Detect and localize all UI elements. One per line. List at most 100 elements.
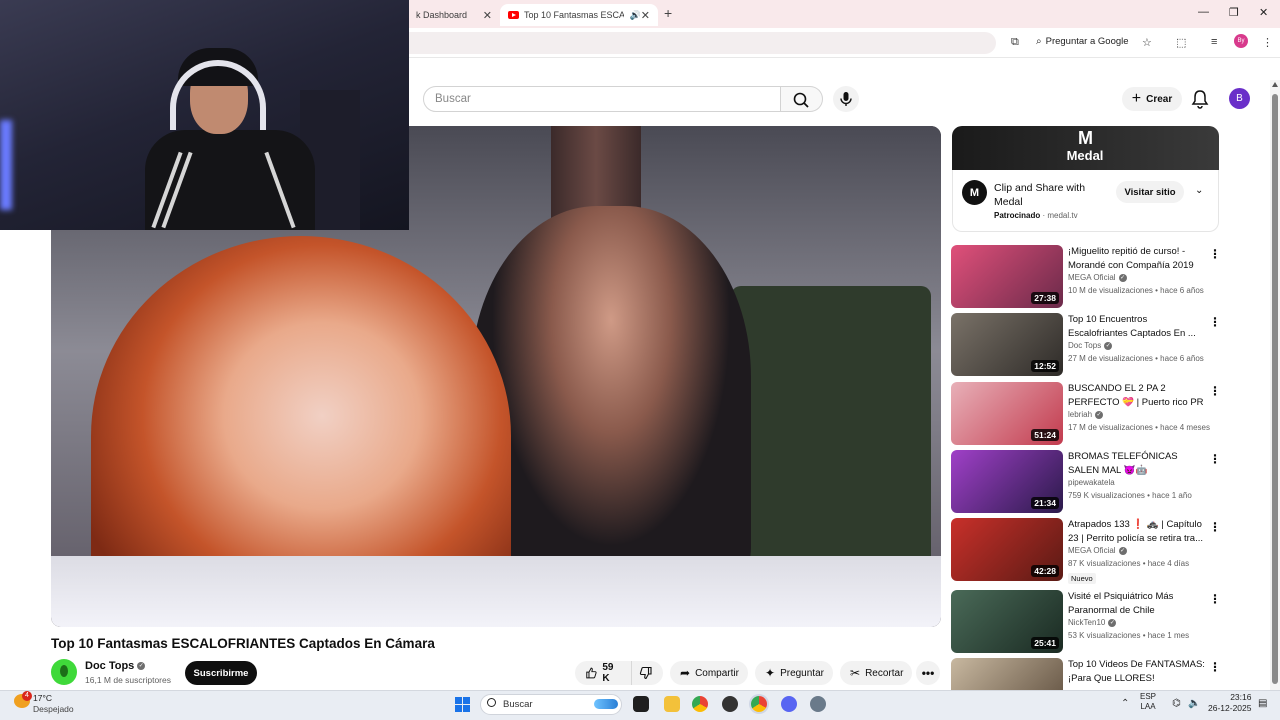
close-tab-icon[interactable]: ✕	[483, 9, 492, 22]
ask-google-button[interactable]: ⌕ Preguntar a Google	[1036, 36, 1129, 47]
notifications-bell-icon[interactable]	[1191, 89, 1209, 109]
video-duration: 42:28	[1031, 565, 1059, 577]
volume-icon[interactable]: 🔈	[1188, 698, 1200, 710]
recommendation-channel[interactable]: MEGA Oficial ✓	[1068, 273, 1127, 282]
weather-temperature[interactable]: 17°C	[33, 693, 52, 703]
clip-button[interactable]: ✂ Recortar	[840, 661, 912, 685]
tray-chevron-icon[interactable]: ⌃	[1121, 698, 1131, 710]
obs-icon[interactable]	[722, 696, 738, 712]
new-tab-icon[interactable]: +	[664, 5, 672, 21]
verified-icon: ✓	[1108, 618, 1117, 627]
verified-icon: ✓	[1104, 341, 1113, 350]
verified-icon: ✓	[137, 662, 146, 670]
more-options-icon[interactable]: ⋮	[1209, 452, 1221, 466]
task-view-icon[interactable]	[633, 696, 649, 712]
recommendation-title[interactable]: Top 10 Videos De FANTASMAS: ¡Para Que LL…	[1068, 658, 1208, 685]
recommendation-thumbnail[interactable]: 25:41	[951, 590, 1063, 653]
voice-search-button[interactable]	[833, 86, 859, 112]
video-frame-bed	[51, 556, 941, 627]
search-input[interactable]: Buscar	[423, 86, 781, 112]
subscribe-button[interactable]: Suscribirme	[185, 661, 257, 685]
browser-menu-icon[interactable]: ⋮	[1262, 36, 1273, 49]
search-button[interactable]	[781, 86, 823, 112]
recommendation-channel[interactable]: MEGA Oficial ✓	[1068, 546, 1127, 555]
recommendation-item[interactable]: 25:41 Visité el Psiquiátrico Más Paranorm…	[951, 590, 1221, 654]
recommendation-channel[interactable]: NickTen10 ✓	[1068, 618, 1117, 627]
recommendation-thumbnail[interactable]: 12:52	[951, 313, 1063, 376]
recommendation-title[interactable]: ¡Miguelito repitió de curso! - Morandé c…	[1068, 245, 1208, 272]
discord-icon[interactable]	[781, 696, 797, 712]
video-duration: 51:24	[1031, 429, 1059, 441]
recommendation-item[interactable]: 42:28 Atrapados 133 ❗ 🚓 | Capítulo 23 | P…	[951, 518, 1221, 584]
minimize-icon[interactable]: —	[1198, 6, 1209, 18]
weather-condition[interactable]: Despejado	[33, 704, 74, 714]
recommendation-item[interactable]: 51:24 BUSCANDO EL 2 PA 2 PERFECTO 💝 | Pue…	[951, 382, 1221, 446]
dislike-button[interactable]	[631, 661, 663, 685]
reading-list-icon[interactable]: ≡	[1211, 36, 1217, 48]
account-avatar[interactable]: B	[1229, 88, 1250, 109]
scrollbar-thumb[interactable]	[1272, 94, 1278, 684]
ask-button[interactable]: ✦ Preguntar	[755, 661, 833, 685]
more-options-icon[interactable]: ⋮	[1209, 660, 1221, 674]
wifi-icon[interactable]: ⌬	[1172, 698, 1184, 710]
search-icon	[793, 92, 809, 108]
ad-title[interactable]: Clip and Share with Medal	[994, 181, 1104, 209]
tab-youtube-video[interactable]: Top 10 Fantasmas ESCALOF 🔊 ✕	[500, 4, 658, 26]
recommendation-item[interactable]: 12:52 Top 10 Encuentros Escalofriantes Ca…	[951, 313, 1221, 377]
tab-youtube-label: Top 10 Fantasmas ESCALOF	[524, 10, 624, 20]
windows-start-icon[interactable]	[455, 697, 470, 712]
create-button[interactable]: + Crear	[1122, 87, 1182, 111]
subscriber-count: 16,1 M de suscriptores	[85, 675, 171, 685]
tab-audio-icon[interactable]: 🔊	[630, 10, 641, 21]
more-actions-button[interactable]: •••	[916, 661, 940, 685]
more-options-icon[interactable]: ⋮	[1209, 315, 1221, 329]
ad-domain: medal.tv	[1047, 211, 1078, 220]
chevron-down-icon[interactable]: ⌄	[1195, 185, 1203, 196]
recommendation-channel-name: pipewakatela	[1068, 478, 1115, 487]
recommendation-title[interactable]: Visité el Psiquiátrico Más Paranormal de…	[1068, 590, 1208, 617]
language-indicator[interactable]: ESP LAA	[1140, 692, 1156, 712]
channel-avatar[interactable]	[51, 659, 77, 685]
recommendation-thumbnail[interactable]: 42:28	[951, 518, 1063, 581]
extensions-icon[interactable]: ⬚	[1176, 36, 1186, 49]
file-explorer-icon[interactable]	[664, 696, 680, 712]
bookmark-star-icon[interactable]: ☆	[1142, 36, 1152, 49]
address-field[interactable]	[408, 32, 996, 54]
window-close-icon[interactable]: ✕	[1259, 6, 1268, 19]
share-button[interactable]: ➦ Compartir	[670, 661, 748, 685]
visit-site-button[interactable]: Visitar sitio	[1116, 181, 1184, 203]
recommendation-title[interactable]: Top 10 Encuentros Escalofriantes Captado…	[1068, 313, 1208, 340]
google-lens-icon: ⌕	[1036, 36, 1042, 47]
thumbs-down-icon	[639, 666, 652, 680]
recommendation-title[interactable]: Atrapados 133 ❗ 🚓 | Capítulo 23 | Perrit…	[1068, 518, 1208, 545]
close-tab-icon[interactable]: ✕	[641, 9, 650, 22]
profile-avatar[interactable]: By	[1234, 34, 1248, 48]
recommendation-item[interactable]: 27:38 ¡Miguelito repitió de curso! - Mora…	[951, 245, 1221, 309]
cast-icon[interactable]: ⧉	[1011, 36, 1019, 49]
system-clock[interactable]: 23:16 26-12-2025	[1208, 692, 1251, 714]
notification-center-icon[interactable]: ▤	[1258, 698, 1270, 710]
restore-icon[interactable]: ❐	[1229, 6, 1239, 19]
more-options-icon[interactable]: ⋮	[1209, 592, 1221, 606]
channel-name[interactable]: Doc Tops ✓	[85, 660, 146, 672]
more-options-icon[interactable]: ⋮	[1209, 384, 1221, 398]
recommendation-thumbnail[interactable]: 27:38	[951, 245, 1063, 308]
recommendation-thumbnail[interactable]: 21:34	[951, 450, 1063, 513]
recommendation-channel[interactable]: Doc Tops ✓	[1068, 341, 1113, 350]
like-button[interactable]: 59 K	[575, 661, 631, 685]
recommendation-item[interactable]: 21:34 BROMAS TELEFÓNICAS SALEN MAL 👿🤖 pipe…	[951, 450, 1221, 514]
scroll-up-arrow-icon[interactable]	[1272, 82, 1278, 87]
recommendation-title[interactable]: BUSCANDO EL 2 PA 2 PERFECTO 💝 | Puerto r…	[1068, 382, 1208, 409]
recommendation-meta: 759 K visualizaciones • hace 1 año	[1068, 491, 1192, 500]
recommendation-channel[interactable]: lebriah ✓	[1068, 410, 1104, 419]
more-options-icon[interactable]: ⋮	[1209, 247, 1221, 261]
recommendation-thumbnail[interactable]: 51:24	[951, 382, 1063, 445]
chrome-icon[interactable]	[692, 696, 708, 712]
settings-gear-icon[interactable]	[810, 696, 826, 712]
more-options-icon[interactable]: ⋮	[1209, 520, 1221, 534]
chrome-profile-icon[interactable]	[751, 696, 767, 712]
recommendation-title[interactable]: BROMAS TELEFÓNICAS SALEN MAL 👿🤖	[1068, 450, 1208, 477]
ad-advertiser-avatar[interactable]: M	[962, 180, 987, 205]
recommendation-channel[interactable]: pipewakatela	[1068, 478, 1115, 487]
tab-dashboard[interactable]: k Dashboard ✕	[408, 4, 500, 26]
